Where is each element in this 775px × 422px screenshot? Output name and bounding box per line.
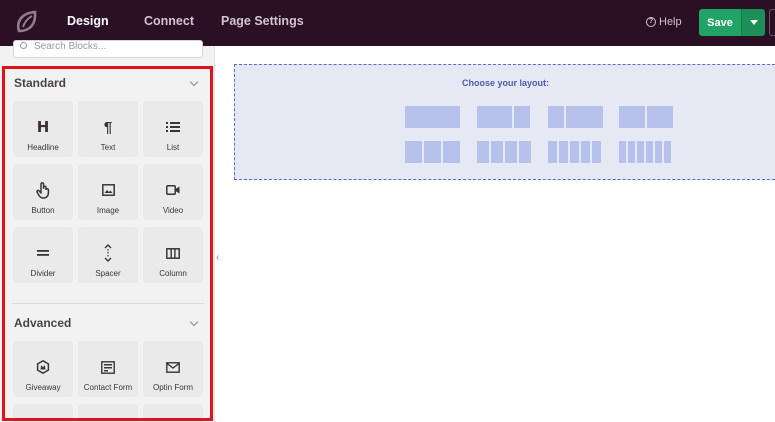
block-list[interactable]: List: [143, 101, 203, 157]
block-label: Spacer: [95, 269, 121, 278]
tab-design[interactable]: Design: [67, 14, 109, 28]
block-text[interactable]: ¶ Text: [78, 101, 138, 157]
help-link[interactable]: ? Help: [646, 16, 682, 28]
image-icon: [101, 178, 115, 202]
video-camera-icon: [166, 178, 180, 202]
question-circle-icon: ?: [646, 17, 656, 27]
block-label: Column: [159, 269, 187, 278]
headline-icon: H: [36, 118, 50, 136]
paragraph-icon: ¶: [103, 118, 113, 136]
layout-option-1-col[interactable]: [405, 106, 460, 128]
pointer-hand-icon: [36, 178, 50, 202]
contact-form-icon: [101, 355, 115, 379]
block-video[interactable]: Video: [143, 164, 203, 220]
block-label: Video: [162, 206, 184, 215]
block-label: Contact Form: [83, 383, 133, 392]
save-button[interactable]: Save: [699, 9, 741, 36]
section-title-advanced[interactable]: Advanced: [14, 316, 71, 330]
caret-down-icon: [749, 20, 758, 25]
block-label: Button: [31, 206, 55, 215]
block-label: Divider: [30, 269, 56, 278]
block-label: Optin Form: [152, 383, 193, 392]
tab-connect[interactable]: Connect: [144, 14, 194, 28]
layout-option-2-col[interactable]: [477, 106, 530, 128]
help-label: Help: [659, 16, 682, 28]
block-label: Image: [96, 206, 120, 215]
search-blocks-input[interactable]: Search Blocks...: [13, 40, 203, 58]
spacer-icon: [103, 241, 113, 265]
search-placeholder: Search Blocks...: [34, 41, 107, 52]
section-title-standard[interactable]: Standard: [14, 76, 66, 90]
layout-option-5-col[interactable]: [548, 141, 601, 163]
block-label: List: [166, 143, 180, 152]
layout-option-4-col[interactable]: [477, 141, 531, 163]
block-column[interactable]: Column: [143, 227, 203, 283]
chevron-left-icon[interactable]: ‹: [216, 252, 219, 263]
layout-title: Choose your layout:: [461, 78, 549, 88]
block-label: Text: [100, 143, 116, 152]
block-partial[interactable]: [143, 404, 203, 422]
divider-icon: [37, 241, 49, 265]
block-contact-form[interactable]: Contact Form: [78, 341, 138, 397]
giveaway-badge-icon: [36, 355, 50, 379]
columns-icon: [166, 241, 180, 265]
layout-picker: Choose your layout:: [234, 64, 775, 180]
block-partial[interactable]: [13, 404, 73, 422]
section-divider: [12, 303, 204, 304]
layout-option-2-equal[interactable]: [619, 106, 673, 128]
block-divider[interactable]: Divider: [13, 227, 73, 283]
block-headline[interactable]: H Headline: [13, 101, 73, 157]
overflow-button-edge[interactable]: [769, 9, 775, 36]
save-options-dropdown[interactable]: [741, 9, 765, 36]
list-icon: [166, 115, 180, 139]
block-spacer[interactable]: Spacer: [78, 227, 138, 283]
chevron-down-icon[interactable]: [189, 317, 199, 327]
layout-option-3-col[interactable]: [405, 141, 460, 163]
envelope-icon: [166, 355, 180, 379]
block-giveaway[interactable]: Giveaway: [13, 341, 73, 397]
block-partial[interactable]: [78, 404, 138, 422]
layout-option-2-col-reverse[interactable]: [548, 106, 603, 128]
search-icon: [20, 42, 27, 49]
block-button[interactable]: Button: [13, 164, 73, 220]
block-label: Headline: [27, 143, 59, 152]
block-label: Giveaway: [25, 383, 61, 392]
layout-option-6-col[interactable]: [619, 141, 671, 163]
block-image[interactable]: Image: [78, 164, 138, 220]
block-optin-form[interactable]: Optin Form: [143, 341, 203, 397]
blocks-sidebar: Search Blocks... Standard H Headline ¶ T…: [0, 40, 215, 422]
seedprod-logo-icon[interactable]: [14, 9, 40, 37]
tab-page-settings[interactable]: Page Settings: [221, 14, 304, 28]
chevron-down-icon[interactable]: [189, 77, 199, 87]
